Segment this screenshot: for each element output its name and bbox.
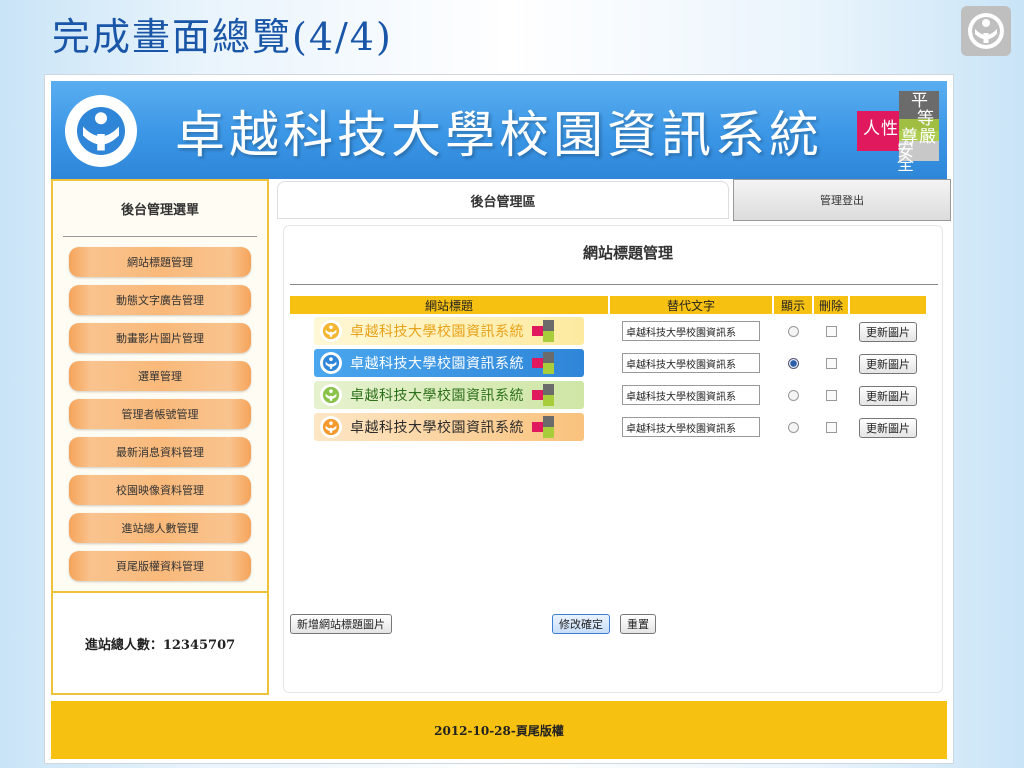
slide-title: 完成畫面總覽(4/4) (52, 15, 393, 59)
page-footer: 2012-10-28-頁尾版權 (51, 701, 947, 759)
motto-thumbnail-icon (532, 384, 554, 406)
alt-text-input[interactable] (622, 321, 760, 342)
motto-thumbnail-icon (532, 352, 554, 374)
sidebar-item-campus-images[interactable]: 校園映像資料管理 (69, 475, 251, 505)
show-cell (774, 412, 812, 442)
visitor-counter: 進站總人數：12345707 (51, 591, 269, 695)
update-image-button[interactable]: 更新圖片 (859, 385, 917, 406)
column-header-delete: 刪除 (814, 296, 848, 314)
sidebar-item-menu[interactable]: 選單管理 (69, 361, 251, 391)
motto-thumbnail-icon (532, 320, 554, 342)
title-image-text: 卓越科技大學校園資訊系統 (350, 324, 524, 340)
motto-char: 等 (917, 109, 934, 129)
title-image-cell: 卓越科技大學校園資訊系統 (290, 412, 608, 442)
sidebar-item-text-ads[interactable]: 動態文字廣告管理 (69, 285, 251, 315)
update-image-button[interactable]: 更新圖片 (859, 321, 917, 342)
show-radio[interactable] (787, 325, 799, 337)
title-image-text: 卓越科技大學校園資訊系統 (350, 420, 524, 436)
logout-button[interactable]: 管理登出 (733, 179, 951, 221)
action-cell: 更新圖片 (850, 348, 926, 378)
add-title-image-button[interactable]: 新增網站標題圖片 (290, 614, 392, 634)
action-cell: 更新圖片 (850, 316, 926, 346)
motto-char: 性 (881, 119, 898, 139)
delete-checkbox[interactable] (825, 389, 837, 401)
title-image-cell: 卓越科技大學校園資訊系統 (290, 380, 608, 410)
table-row: 卓越科技大學校園資訊系統 更新圖片 (290, 380, 926, 410)
banner-logo (65, 95, 137, 167)
school-logo-icon (320, 416, 342, 438)
delete-checkbox[interactable] (825, 325, 837, 337)
action-cell: 更新圖片 (850, 380, 926, 410)
delete-checkbox[interactable] (825, 357, 837, 369)
motto-thumbnail-icon (532, 416, 554, 438)
table-row: 卓越科技大學校園資訊系統 更新圖片 (290, 412, 926, 442)
school-logo-icon (968, 13, 1004, 49)
sidebar-item-admin-accounts[interactable]: 管理者帳號管理 (69, 399, 251, 429)
alt-text-cell (610, 380, 772, 410)
alt-text-input[interactable] (622, 385, 760, 406)
motto-badge: 平 等 人 性 尊 嚴 安 全 (857, 91, 941, 175)
sidebar-item-footer[interactable]: 頁尾版權資料管理 (69, 551, 251, 581)
delete-checkbox[interactable] (825, 421, 837, 433)
motto-char: 嚴 (919, 127, 936, 147)
column-header-image: 網站標題 (290, 296, 608, 314)
corner-logo (961, 6, 1011, 56)
title-image-text: 卓越科技大學校園資訊系統 (350, 388, 524, 404)
alt-text-input[interactable] (622, 353, 760, 374)
alt-text-cell (610, 412, 772, 442)
table-header-row: 網站標題 替代文字 顯示 刪除 (290, 296, 926, 314)
tab-admin-area: 後台管理區 (277, 181, 729, 219)
page-title: 網站標題管理 (582, 244, 673, 262)
title-image-preview: 卓越科技大學校園資訊系統 (314, 413, 584, 441)
column-header-show: 顯示 (774, 296, 812, 314)
action-cell: 更新圖片 (850, 412, 926, 442)
table-row: 卓越科技大學校園資訊系統 更新圖片 (290, 316, 926, 346)
motto-char: 平 (911, 91, 928, 111)
show-radio[interactable] (787, 357, 799, 369)
motto-char: 全 (897, 155, 914, 175)
column-header-alt: 替代文字 (610, 296, 772, 314)
delete-cell (814, 348, 848, 378)
title-table: 網站標題 替代文字 顯示 刪除 卓越科技大學校園資訊系統 卓越科技大學校園資訊系… (288, 294, 928, 444)
delete-cell (814, 412, 848, 442)
sidebar-item-site-title[interactable]: 網站標題管理 (69, 247, 251, 277)
title-image-preview: 卓越科技大學校園資訊系統 (314, 317, 584, 345)
title-image-text: 卓越科技大學校園資訊系統 (350, 356, 524, 372)
reset-button[interactable]: 重置 (620, 614, 656, 634)
title-image-preview: 卓越科技大學校園資訊系統 (314, 381, 584, 409)
content-panel: 網站標題管理 網站標題 替代文字 顯示 刪除 卓越科技大學校園資訊系統 卓越科技… (283, 225, 943, 693)
title-image-cell: 卓越科技大學校園資訊系統 (290, 316, 608, 346)
sidebar-header: 後台管理選單 (63, 181, 257, 237)
confirm-button[interactable]: 修改確定 (552, 614, 610, 634)
title-image-cell: 卓越科技大學校園資訊系統 (290, 348, 608, 378)
show-cell (774, 348, 812, 378)
sidebar-item-animation[interactable]: 動畫影片圖片管理 (69, 323, 251, 353)
show-cell (774, 380, 812, 410)
school-logo-icon (77, 107, 125, 155)
show-radio[interactable] (787, 421, 799, 433)
show-radio[interactable] (787, 389, 799, 401)
show-cell (774, 316, 812, 346)
banner-title: 卓越科技大學校園資訊系統 (175, 106, 823, 164)
delete-cell (814, 380, 848, 410)
divider (290, 284, 938, 285)
school-logo-icon (320, 384, 342, 406)
alt-text-input[interactable] (622, 417, 760, 438)
sidebar-item-news[interactable]: 最新消息資料管理 (69, 437, 251, 467)
app-screenshot: 卓越科技大學校園資訊系統 平 等 人 性 尊 嚴 安 全 後台管理選單 網站標題… (44, 74, 954, 764)
alt-text-cell (610, 348, 772, 378)
school-logo-icon (320, 352, 342, 374)
table-row: 卓越科技大學校園資訊系統 更新圖片 (290, 348, 926, 378)
school-logo-icon (320, 320, 342, 342)
motto-char: 人 (863, 119, 880, 139)
update-image-button[interactable]: 更新圖片 (859, 353, 917, 374)
sidebar-item-visitor-count[interactable]: 進站總人數管理 (69, 513, 251, 543)
alt-text-cell (610, 316, 772, 346)
delete-cell (814, 316, 848, 346)
title-image-preview: 卓越科技大學校園資訊系統 (314, 349, 584, 377)
column-header-action (850, 296, 926, 314)
update-image-button[interactable]: 更新圖片 (859, 417, 917, 438)
site-banner: 卓越科技大學校園資訊系統 平 等 人 性 尊 嚴 安 全 (51, 81, 947, 179)
